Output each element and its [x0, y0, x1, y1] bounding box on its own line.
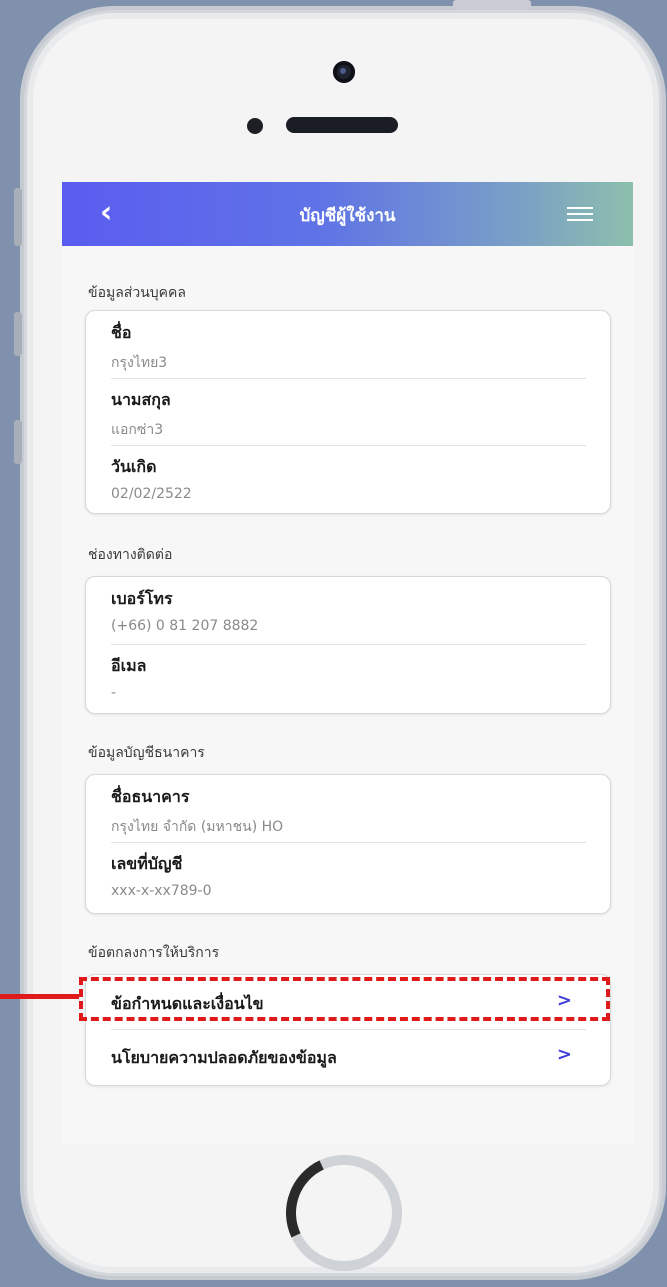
contact-card: เบอร์โทร (+66) 0 81 207 8882 อีเมล -	[85, 576, 611, 714]
bank-card: ชื่อธนาคาร กรุงไทย จำกัด (มหาชน) HO เลขท…	[85, 774, 611, 914]
phone-label: เบอร์โทร	[111, 589, 173, 608]
account-number-value: xxx-x-xx789-0	[111, 883, 212, 899]
divider	[111, 1029, 586, 1030]
privacy-policy-label: นโยบายความปลอดภัยของข้อมูล	[111, 1048, 337, 1067]
phone-field: เบอร์โทร (+66) 0 81 207 8882	[111, 587, 258, 634]
personal-info-card: ชื่อ กรุงไทย3 นามสกุล แอกซ่า3 วันเกิด 02…	[85, 310, 611, 514]
first-name-label: ชื่อ	[111, 323, 132, 342]
front-camera	[333, 61, 355, 83]
power-button	[453, 0, 531, 10]
page-title: บัญชีผู้ใช้งาน	[299, 206, 396, 226]
divider	[111, 644, 586, 645]
volume-down-button	[14, 420, 22, 464]
chevron-right-icon: >	[556, 1044, 572, 1065]
birthdate-field: วันเกิด 02/02/2522	[111, 455, 192, 502]
divider	[111, 378, 586, 379]
email-label: อีเมล	[111, 656, 147, 675]
email-field: อีเมล -	[111, 654, 146, 701]
app-header: ‹ บัญชีผู้ใช้งาน	[62, 182, 633, 246]
hamburger-menu-icon[interactable]	[567, 207, 593, 221]
account-number-label: เลขที่บัญชี	[111, 854, 183, 873]
last-name-label: นามสกุล	[111, 390, 171, 409]
last-name-field: นามสกุล แอกซ่า3	[111, 388, 171, 441]
section-label-contact: ช่องทางติดต่อ	[88, 547, 173, 563]
section-label-personal: ข้อมูลส่วนบุคคล	[88, 285, 186, 301]
divider	[111, 842, 586, 843]
pointer-line	[0, 994, 79, 999]
last-name-value: แอกซ่า3	[111, 422, 164, 438]
bank-name-field: ชื่อธนาคาร กรุงไทย จำกัด (มหาชน) HO	[111, 785, 283, 838]
proximity-sensor	[247, 118, 263, 134]
mute-switch	[14, 188, 22, 246]
section-label-terms: ข้อตกลงการให้บริการ	[88, 945, 220, 961]
birthdate-label: วันเกิด	[111, 457, 157, 476]
phone-value: (+66) 0 81 207 8882	[111, 618, 259, 634]
section-label-bank: ข้อมูลบัญชีธนาคาร	[88, 745, 205, 761]
first-name-field: ชื่อ กรุงไทย3	[111, 321, 167, 374]
bank-name-value: กรุงไทย จำกัด (มหาชน) HO	[111, 819, 284, 835]
first-name-value: กรุงไทย3	[111, 355, 168, 371]
privacy-policy-link[interactable]: นโยบายความปลอดภัยของข้อมูล >	[111, 1031, 586, 1081]
account-number-field: เลขที่บัญชี xxx-x-xx789-0	[111, 852, 212, 899]
earpiece-speaker	[286, 117, 398, 133]
email-value: -	[111, 685, 117, 701]
birthdate-value: 02/02/2522	[111, 486, 192, 502]
bank-name-label: ชื่อธนาคาร	[111, 787, 190, 806]
volume-up-button	[14, 312, 22, 356]
highlight-box	[79, 977, 610, 1021]
divider	[111, 445, 586, 446]
